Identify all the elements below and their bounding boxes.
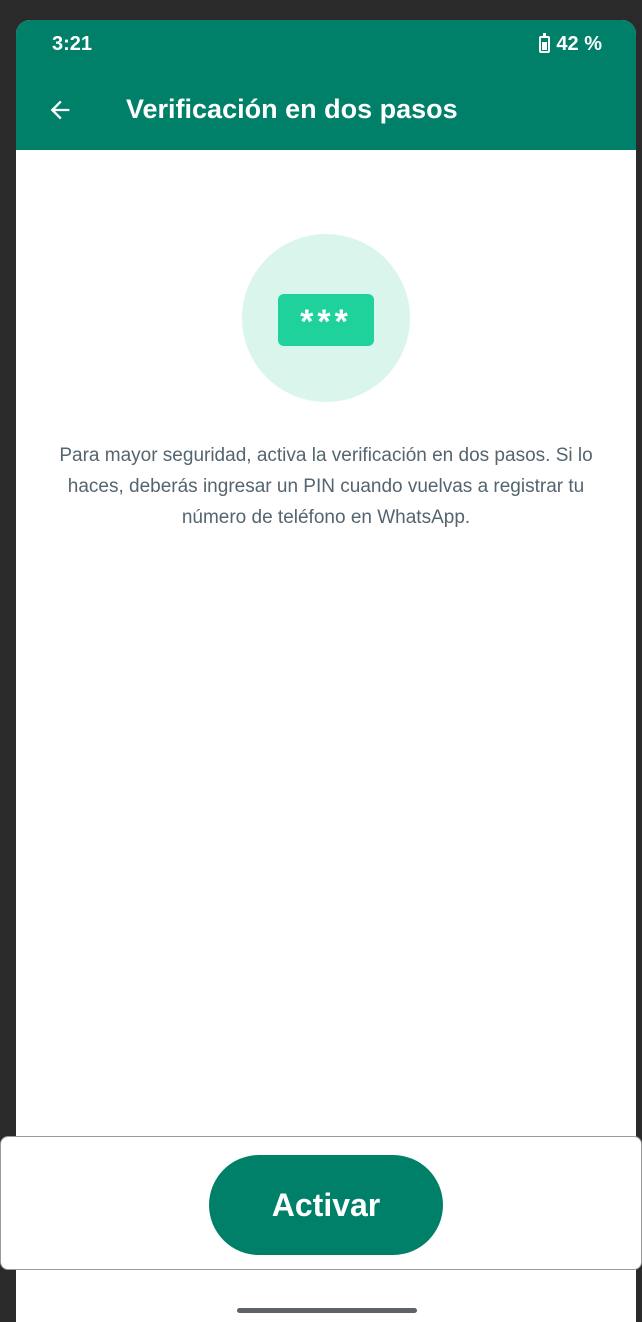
app-bar: 3:21 42 % Verificación en dos pasos	[16, 20, 636, 150]
home-indicator[interactable]	[237, 1308, 417, 1313]
pin-code-icon: ***	[278, 294, 374, 346]
app-screen: 3:21 42 % Verificación en dos pasos *** …	[16, 20, 636, 1322]
battery-percentage: 42 %	[556, 33, 602, 55]
description-text: Para mayor seguridad, activa la verifica…	[59, 445, 593, 528]
back-button[interactable]	[40, 90, 80, 130]
page-title: Verificación en dos pasos	[126, 94, 458, 124]
arrow-left-icon	[50, 100, 70, 120]
bottom-action-area: Activar	[0, 1136, 642, 1270]
activate-button[interactable]: Activar	[209, 1155, 443, 1255]
device-frame: 3:21 42 % Verificación en dos pasos *** …	[0, 0, 642, 1322]
status-battery: 42 %	[539, 33, 602, 56]
battery-icon	[539, 33, 551, 53]
status-time: 3:21	[52, 33, 93, 55]
pin-illustration: ***	[242, 234, 410, 402]
